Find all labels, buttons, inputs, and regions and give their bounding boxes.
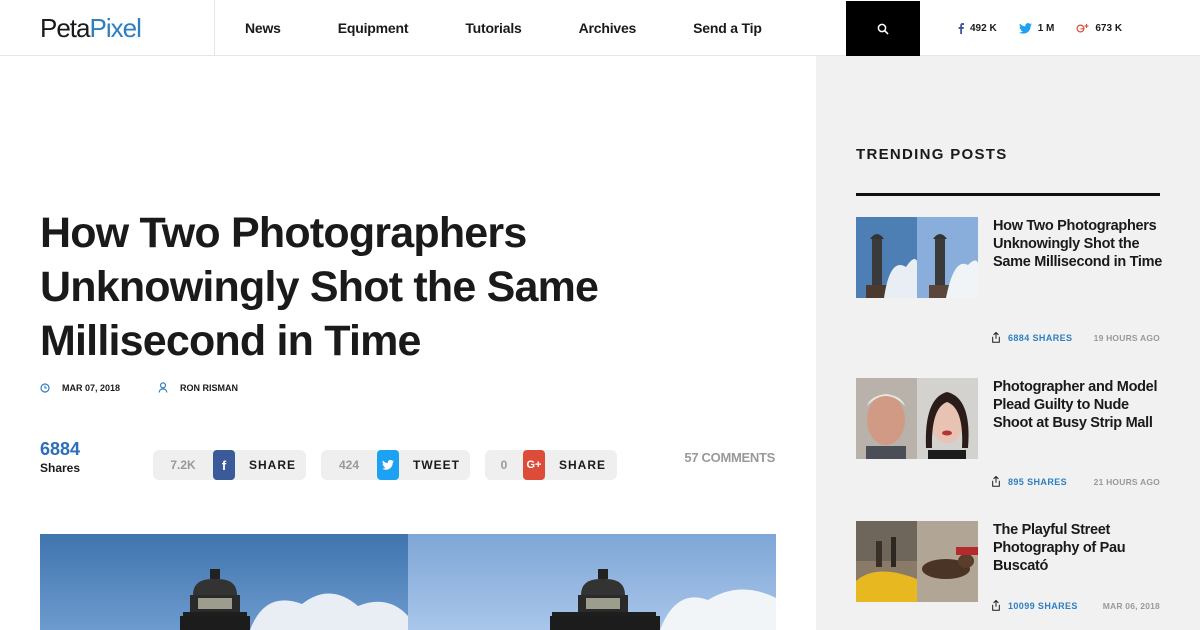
article-date: MAR 07, 2018 bbox=[40, 383, 120, 393]
twitter-share-button[interactable]: 424 TWEET bbox=[321, 450, 470, 480]
main-nav: News Equipment Tutorials Archives Send a… bbox=[245, 0, 762, 56]
facebook-share-label: SHARE bbox=[249, 458, 297, 472]
googleplus-count: 673 K bbox=[1095, 22, 1123, 34]
facebook-icon bbox=[958, 22, 964, 34]
author-name: RON RISMAN bbox=[180, 382, 239, 393]
googleplus-icon: G+ bbox=[523, 450, 545, 480]
post-shares: 6884 SHARES bbox=[992, 332, 1072, 343]
logo-text-peta: Peta bbox=[40, 13, 90, 43]
googleplus-follow[interactable]: 673 K bbox=[1076, 23, 1122, 34]
post-share-count: 895 SHARES bbox=[1008, 476, 1068, 487]
social-counters: 492 K 1 M 673 K bbox=[958, 0, 1144, 56]
twitter-share-count: 424 bbox=[338, 458, 360, 472]
twitter-icon bbox=[1018, 22, 1032, 34]
post-shares: 10099 SHARES bbox=[992, 600, 1078, 611]
share-total: 6884 Shares bbox=[40, 438, 80, 476]
nav-item-tutorials[interactable]: Tutorials bbox=[465, 20, 521, 36]
user-icon bbox=[158, 382, 168, 393]
googleplus-share-button[interactable]: 0 G+ SHARE bbox=[485, 450, 617, 480]
search-button[interactable] bbox=[846, 1, 920, 56]
twitter-share-label: TWEET bbox=[413, 458, 460, 472]
logo-text-pixel: Pixel bbox=[89, 13, 142, 43]
nav-item-archives[interactable]: Archives bbox=[579, 20, 637, 36]
trending-post[interactable]: How Two Photographers Unknowingly Shot t… bbox=[856, 217, 1163, 347]
facebook-count: 492 K bbox=[970, 22, 997, 34]
post-time: 21 HOURS AGO bbox=[1093, 477, 1160, 487]
trending-divider bbox=[856, 193, 1160, 196]
share-icon bbox=[992, 332, 1000, 343]
post-thumbnail[interactable] bbox=[856, 378, 978, 459]
post-title[interactable]: The Playful Street Photography of Pau Bu… bbox=[993, 521, 1163, 575]
post-share-count: 6884 SHARES bbox=[1008, 332, 1073, 343]
search-icon bbox=[877, 23, 889, 34]
clock-icon bbox=[40, 382, 50, 393]
post-meta: 6884 SHARES 19 HOURS AGO bbox=[992, 332, 1160, 346]
googleplus-share-label: SHARE bbox=[559, 458, 607, 472]
site-header: PetaPixel News Equipment Tutorials Archi… bbox=[0, 0, 1200, 56]
nav-item-equipment[interactable]: Equipment bbox=[338, 20, 409, 36]
logo-divider bbox=[214, 0, 215, 56]
article-main: How Two Photographers Unknowingly Shot t… bbox=[40, 56, 780, 630]
twitter-follow[interactable]: 1 M bbox=[1018, 22, 1055, 34]
facebook-share-count: 7.2K bbox=[170, 458, 196, 472]
trending-post[interactable]: The Playful Street Photography of Pau Bu… bbox=[856, 521, 1160, 621]
post-title[interactable]: Photographer and Model Plead Guilty to N… bbox=[993, 378, 1163, 432]
article-author[interactable]: RON RISMAN bbox=[158, 382, 238, 393]
post-time: 19 HOURS AGO bbox=[1093, 333, 1160, 343]
nav-item-send-a-tip[interactable]: Send a Tip bbox=[693, 20, 762, 36]
hero-image bbox=[40, 534, 776, 630]
post-meta: 895 SHARES 21 HOURS AGO bbox=[992, 476, 1160, 490]
facebook-share-button[interactable]: 7.2K f SHARE bbox=[153, 450, 306, 480]
facebook-icon: f bbox=[213, 450, 235, 480]
article-meta: MAR 07, 2018 RON RISMAN bbox=[40, 382, 238, 393]
facebook-follow[interactable]: 492 K bbox=[958, 22, 997, 34]
googleplus-share-count: 0 bbox=[500, 458, 508, 472]
twitter-icon bbox=[377, 450, 399, 480]
date-text: MAR 07, 2018 bbox=[62, 382, 121, 393]
share-total-count: 6884 bbox=[40, 439, 81, 459]
share-icon bbox=[992, 600, 1000, 611]
post-title[interactable]: How Two Photographers Unknowingly Shot t… bbox=[993, 217, 1163, 271]
googleplus-icon bbox=[1076, 23, 1089, 33]
share-icon bbox=[992, 476, 1000, 487]
nav-item-news[interactable]: News bbox=[245, 20, 281, 36]
post-time: MAR 06, 2018 bbox=[1102, 601, 1160, 611]
post-meta: 10099 SHARES MAR 06, 2018 bbox=[992, 600, 1160, 614]
post-share-count: 10099 SHARES bbox=[1008, 600, 1078, 611]
post-shares: 895 SHARES bbox=[992, 476, 1067, 487]
trending-post[interactable]: Photographer and Model Plead Guilty to N… bbox=[856, 378, 1160, 488]
trending-title: TRENDING POSTS bbox=[856, 146, 1008, 163]
post-thumbnail[interactable] bbox=[856, 217, 978, 298]
twitter-count: 1 M bbox=[1037, 22, 1055, 34]
trending-sidebar: TRENDING POSTS How Two Photographers Unk… bbox=[816, 56, 1200, 630]
comments-link[interactable]: 57 COMMENTS bbox=[684, 450, 775, 465]
post-thumbnail[interactable] bbox=[856, 521, 978, 602]
share-total-label: Shares bbox=[40, 461, 81, 475]
article-title: How Two Photographers Unknowingly Shot t… bbox=[40, 209, 599, 365]
site-logo[interactable]: PetaPixel bbox=[40, 13, 142, 44]
share-bar: 6884 Shares 7.2K f SHARE 424 TWEET 0 G+ … bbox=[40, 438, 776, 488]
